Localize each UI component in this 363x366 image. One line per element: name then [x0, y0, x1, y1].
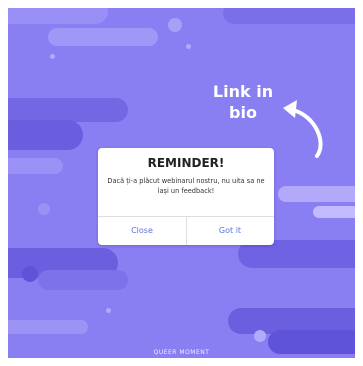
- decor-dot: [254, 330, 266, 342]
- decor-dot: [50, 54, 55, 59]
- decor-dot: [22, 266, 38, 282]
- cloud-shape: [8, 158, 63, 174]
- got-it-button[interactable]: Got it: [186, 217, 274, 245]
- cloud-shape: [313, 206, 355, 218]
- cloud-shape: [48, 28, 158, 46]
- story-canvas: Link in bio REMINDER! Dacă ți-a plăcut w…: [8, 8, 355, 358]
- cloud-shape: [8, 98, 128, 122]
- cloud-shape: [8, 120, 83, 150]
- decor-dot: [38, 203, 50, 215]
- dialog-title: REMINDER!: [147, 156, 225, 170]
- brand-footer: QUEER MOMENT: [153, 349, 210, 356]
- cloud-shape: [8, 320, 88, 334]
- decor-dot: [168, 18, 182, 32]
- cloud-shape: [38, 270, 128, 290]
- close-button[interactable]: Close: [98, 217, 186, 245]
- decor-dot: [186, 44, 191, 49]
- decor-dot: [106, 308, 111, 313]
- reminder-dialog: REMINDER! Dacă ți-a plăcut webinarul nos…: [98, 148, 274, 245]
- link-in-bio-text: Link in bio: [212, 82, 274, 122]
- curved-arrow-icon: [283, 100, 323, 158]
- cloud-shape: [278, 186, 355, 202]
- cloud-shape: [8, 8, 108, 24]
- cloud-shape: [223, 8, 355, 24]
- dialog-message: Dacă ți-a plăcut webinarul nostru, nu ui…: [107, 177, 265, 195]
